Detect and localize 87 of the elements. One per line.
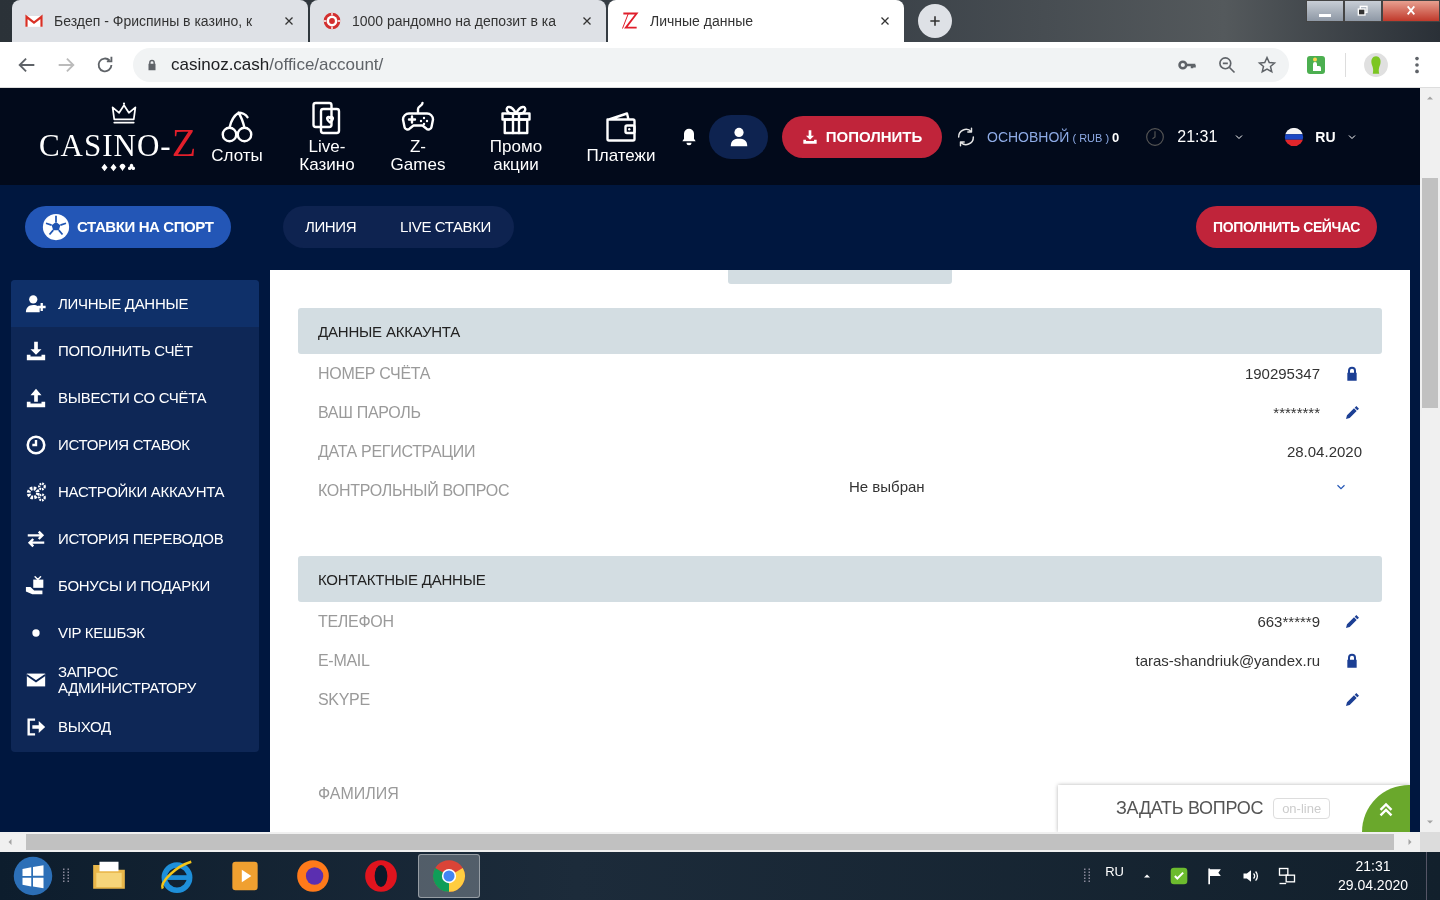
clock-icon [1145, 126, 1166, 147]
select-field[interactable]: Не выбран [849, 471, 1362, 502]
language-indicator[interactable]: RU [1105, 863, 1124, 879]
network-icon[interactable] [1276, 866, 1297, 886]
lock-icon [1344, 652, 1360, 669]
vertical-scrollbar[interactable] [1420, 88, 1440, 832]
field-label: ФАМИЛИЯ [318, 784, 399, 804]
section-header: КОНТАКТНЫЕ ДАННЫЕ [298, 556, 1382, 602]
field-value: 28.04.2020 [1285, 443, 1362, 460]
start-icon[interactable] [12, 855, 54, 897]
field-value: ******** [1272, 404, 1320, 421]
nav-link[interactable]: Промо акции [464, 88, 568, 185]
deposit-button[interactable]: ПОПОЛНИТЬ [782, 115, 942, 158]
nav-link[interactable]: Z-Games [372, 88, 464, 185]
zoom-icon[interactable] [1217, 54, 1237, 75]
sidebar-item[interactable]: VIP КЕШБЭК [11, 609, 259, 656]
plus-icon [927, 13, 943, 29]
zigzag-icon [620, 11, 640, 31]
address-field[interactable]: casinoz.cash/office/account/ [133, 47, 1289, 82]
scroll-thumb[interactable] [1422, 178, 1438, 408]
minimize-icon [1319, 13, 1331, 17]
field-label: КОНТРОЛЬНЫЙ ВОПРОС [318, 481, 511, 500]
field-value: 663*****9 [1256, 613, 1320, 630]
logo-link[interactable]: CASINO-Z [0, 101, 192, 172]
close-button[interactable] [1382, 0, 1440, 22]
sidebar-item[interactable]: БОНУСЫ И ПОДАРКИ [11, 562, 259, 609]
circle-segments-icon [430, 857, 468, 895]
flag-icon [1283, 125, 1306, 148]
edit-icon[interactable] [1344, 691, 1360, 708]
balance-text: ОСНОВНОЙ ( RUB ) 0 [987, 128, 1120, 145]
cherries-icon [219, 108, 255, 145]
minimize-button[interactable] [1306, 0, 1344, 22]
refresh-icon[interactable] [955, 125, 977, 148]
edit-icon[interactable] [1344, 613, 1360, 630]
field-label: НОМЕР СЧЁТА [318, 364, 432, 383]
field-value: 190295347 [1243, 365, 1320, 382]
new-tab-button[interactable] [918, 4, 952, 38]
star-icon[interactable] [1257, 54, 1277, 75]
card-suits-icon [100, 162, 136, 172]
ring-icon [362, 857, 400, 895]
sidebar-item[interactable]: ЛИЧНЫЕ ДАННЫЕ [11, 280, 259, 327]
restore-button[interactable] [1344, 0, 1382, 22]
shield-icon[interactable] [1168, 866, 1189, 886]
sidebar-item[interactable]: ИСТОРИЯ СТАВОК [11, 421, 259, 468]
clock-icon [25, 433, 47, 456]
field-label: ВАШ ПАРОЛЬ [318, 403, 422, 422]
horizontal-scrollbar[interactable] [0, 832, 1440, 852]
sidebar-item[interactable]: ИСТОРИЯ ПЕРЕВОДОВ [11, 515, 259, 562]
download-icon [801, 128, 818, 145]
upload-icon [25, 386, 47, 409]
sidebar-item[interactable]: НАСТРОЙКИ АККАУНТА [11, 468, 259, 515]
browser-tab[interactable]: 1000 рандомно на депозит в ка [310, 0, 606, 42]
sidebar-item[interactable]: ВЫХОД [11, 703, 259, 750]
field-label: ДАТА РЕГИСТРАЦИИ [318, 442, 477, 461]
nav-link[interactable]: Live-Казино [282, 88, 372, 185]
nav-link[interactable]: Платежи [568, 88, 674, 185]
user-plus-icon [25, 292, 47, 315]
clock-time[interactable]: 21:31 [1355, 857, 1391, 876]
time-dropdown[interactable]: 21:31 [1177, 127, 1246, 146]
deposit-now-button[interactable]: ПОПОЛНИТЬ СЕЙЧАС [1196, 205, 1377, 248]
browser-tab[interactable]: Бездеп - Фриспины в казино, к [12, 0, 308, 42]
exit-icon [25, 715, 47, 738]
restore-icon [1355, 3, 1371, 19]
field-label: ТЕЛЕФОН [318, 612, 395, 631]
sidebar-item[interactable]: ПОПОЛНИТЬ СЧЁТ [11, 327, 259, 374]
download-icon [25, 339, 47, 362]
account-button[interactable] [709, 114, 768, 159]
sidebar-item[interactable]: ЗАПРОС АДМИНИСТРАТОРУ [11, 656, 259, 703]
field-label: E-MAIL [318, 651, 371, 670]
betting-tab[interactable]: LIVE СТАВКИ [400, 218, 491, 235]
lock-icon [1344, 365, 1360, 382]
browser-tab[interactable]: Личные данные [608, 0, 904, 42]
field-label: SKYPE [318, 690, 371, 709]
sidebar-item[interactable]: ВЫВЕСТИ СО СЧЁТА [11, 374, 259, 421]
betting-tab[interactable]: ЛИНИЯ [305, 218, 357, 235]
soccer-ball-icon [41, 211, 71, 242]
clock-date[interactable]: 29.04.2020 [1337, 876, 1408, 895]
gears-icon [25, 480, 47, 503]
section-header: ДАННЫЕ АККАУНТА [298, 308, 1382, 354]
field-value: taras-shandriuk@yandex.ru [1134, 652, 1320, 669]
edit-icon[interactable] [1344, 404, 1360, 421]
wheel-icon [322, 11, 342, 31]
language-dropdown[interactable]: RU [1283, 125, 1358, 148]
sports-betting-button[interactable]: СТАВКИ НА СПОРТ [25, 205, 231, 248]
scrollbar-corner [1420, 832, 1440, 852]
globe-icon [294, 857, 332, 895]
scroll-thumb[interactable] [26, 834, 1395, 850]
